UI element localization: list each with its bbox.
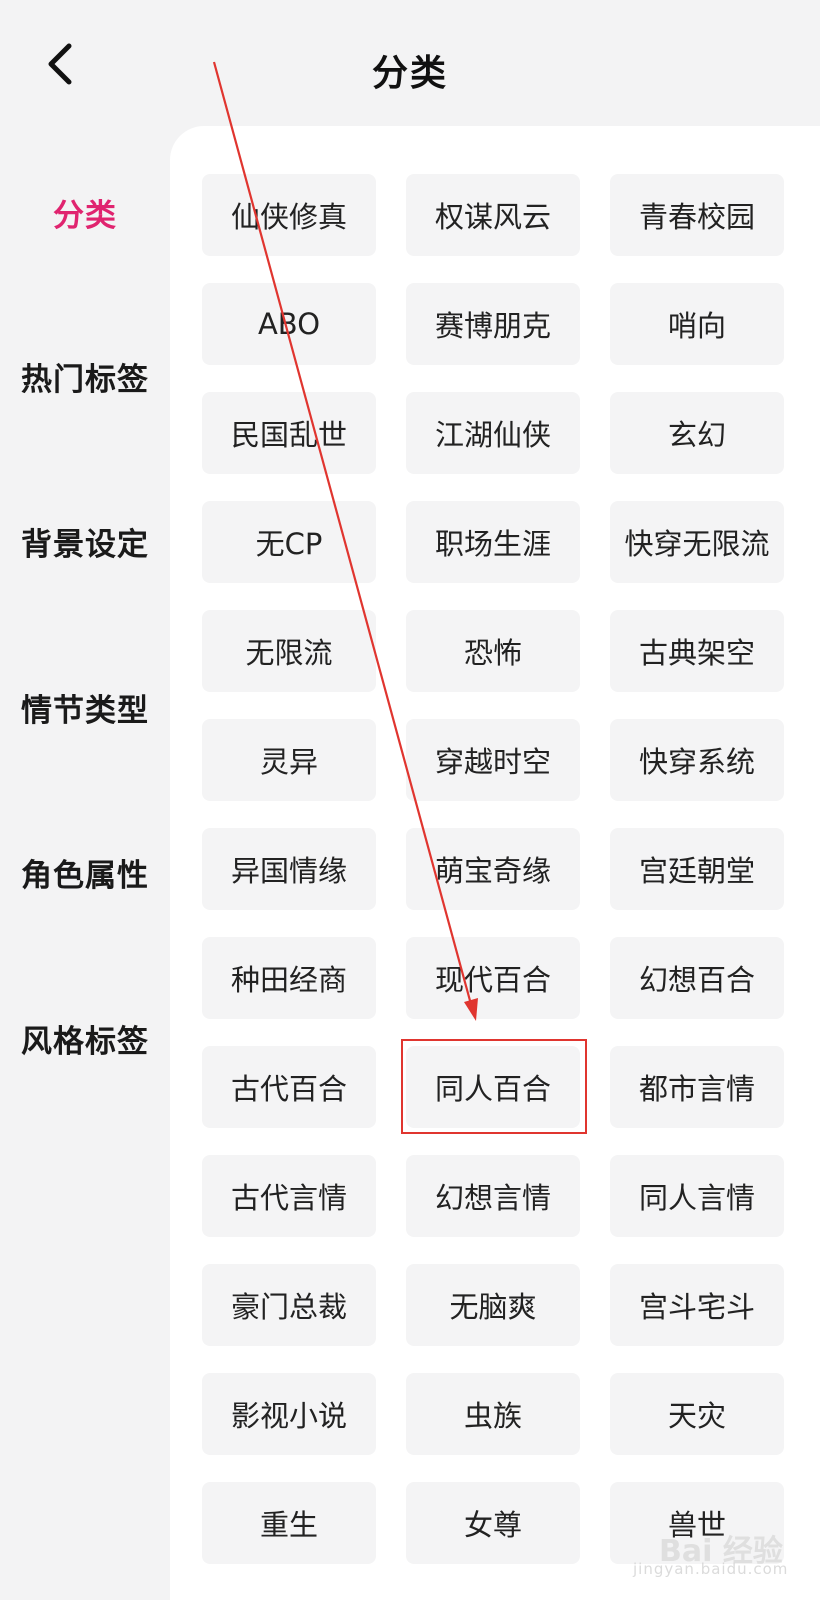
tag-button[interactable]: 现代百合 — [406, 937, 580, 1019]
page-title: 分类 — [371, 53, 448, 94]
tag-button[interactable]: 萌宝奇缘 — [406, 828, 580, 910]
tag-button[interactable]: ABO — [202, 283, 376, 365]
tag-grid: 仙侠修真 权谋风云 青春校园 ABO 赛博朋克 哨向 民国乱世 江湖仙侠 玄幻 … — [202, 174, 784, 1564]
tag-button[interactable]: 职场生涯 — [406, 501, 580, 583]
tag-button[interactable]: 民国乱世 — [202, 392, 376, 474]
tag-button[interactable]: 幻想言情 — [406, 1155, 580, 1237]
tag-button[interactable]: 兽世 — [610, 1482, 784, 1564]
tag-button[interactable]: 青春校园 — [610, 174, 784, 256]
tag-button[interactable]: 古典架空 — [610, 610, 784, 692]
tag-button[interactable]: 灵异 — [202, 719, 376, 801]
tag-button[interactable]: 穿越时空 — [406, 719, 580, 801]
tag-button[interactable]: 哨向 — [610, 283, 784, 365]
tag-button[interactable]: 宫廷朝堂 — [610, 828, 784, 910]
sidebar-item-hot-tags[interactable]: 热门标签 — [0, 354, 170, 399]
tag-button-fanfic-yuri[interactable]: 同人百合 — [406, 1046, 580, 1128]
tag-button[interactable]: 宫斗宅斗 — [610, 1264, 784, 1346]
tag-button[interactable]: 快穿无限流 — [610, 501, 784, 583]
sidebar: 分类 热门标签 背景设定 情节类型 角色属性 风格标签 — [0, 128, 170, 1600]
tag-button[interactable]: 恐怖 — [406, 610, 580, 692]
tag-button[interactable]: 赛博朋克 — [406, 283, 580, 365]
sidebar-item-style-tags[interactable]: 风格标签 — [0, 1016, 170, 1061]
tag-button[interactable]: 女尊 — [406, 1482, 580, 1564]
tag-button[interactable]: 江湖仙侠 — [406, 392, 580, 474]
tag-button[interactable]: 无脑爽 — [406, 1264, 580, 1346]
tag-button[interactable]: 影视小说 — [202, 1373, 376, 1455]
tag-button[interactable]: 虫族 — [406, 1373, 580, 1455]
sidebar-item-background[interactable]: 背景设定 — [0, 519, 170, 564]
sidebar-item-plot-type[interactable]: 情节类型 — [0, 685, 170, 730]
tag-button[interactable]: 天灾 — [610, 1373, 784, 1455]
top-bar: 分类 — [0, 0, 820, 128]
tag-button[interactable]: 异国情缘 — [202, 828, 376, 910]
tag-button[interactable]: 豪门总裁 — [202, 1264, 376, 1346]
sidebar-item-category[interactable]: 分类 — [0, 190, 170, 235]
tag-button[interactable]: 重生 — [202, 1482, 376, 1564]
tag-button[interactable]: 种田经商 — [202, 937, 376, 1019]
tag-button[interactable]: 仙侠修真 — [202, 174, 376, 256]
tag-panel: 仙侠修真 权谋风云 青春校园 ABO 赛博朋克 哨向 民国乱世 江湖仙侠 玄幻 … — [170, 126, 820, 1600]
tag-button[interactable]: 权谋风云 — [406, 174, 580, 256]
sidebar-item-character[interactable]: 角色属性 — [0, 850, 170, 895]
tag-button[interactable]: 玄幻 — [610, 392, 784, 474]
tag-button[interactable]: 古代百合 — [202, 1046, 376, 1128]
tag-button[interactable]: 无CP — [202, 501, 376, 583]
tag-button[interactable]: 快穿系统 — [610, 719, 784, 801]
tag-button[interactable]: 都市言情 — [610, 1046, 784, 1128]
tag-button[interactable]: 无限流 — [202, 610, 376, 692]
tag-button[interactable]: 同人言情 — [610, 1155, 784, 1237]
tag-button[interactable]: 幻想百合 — [610, 937, 784, 1019]
tag-button[interactable]: 古代言情 — [202, 1155, 376, 1237]
